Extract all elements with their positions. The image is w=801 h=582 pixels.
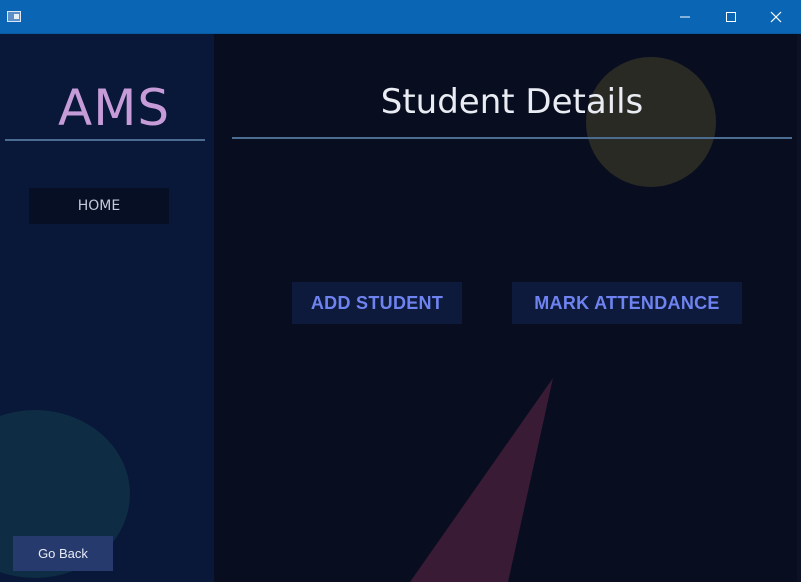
add-student-button[interactable]: ADD STUDENT	[292, 282, 462, 324]
close-icon	[770, 11, 782, 23]
sidebar: AMS HOME Go Back	[0, 34, 214, 582]
title-divider	[232, 137, 792, 139]
minimize-button[interactable]	[662, 0, 708, 34]
window-edge	[797, 34, 801, 582]
minimize-icon	[680, 16, 690, 18]
app-logo: AMS	[58, 79, 171, 137]
main-panel: Student Details ADD STUDENT MARK ATTENDA…	[214, 34, 801, 582]
maximize-button[interactable]	[708, 0, 754, 34]
sidebar-divider	[5, 139, 205, 141]
title-bar	[0, 0, 801, 34]
maximize-icon	[726, 12, 736, 22]
page-title: Student Details	[380, 82, 644, 122]
mark-attendance-button[interactable]: MARK ATTENDANCE	[512, 282, 742, 324]
window-app-icon	[7, 11, 21, 22]
home-button[interactable]: HOME	[29, 188, 169, 224]
close-button[interactable]	[753, 0, 799, 34]
go-back-button[interactable]: Go Back	[13, 536, 113, 571]
